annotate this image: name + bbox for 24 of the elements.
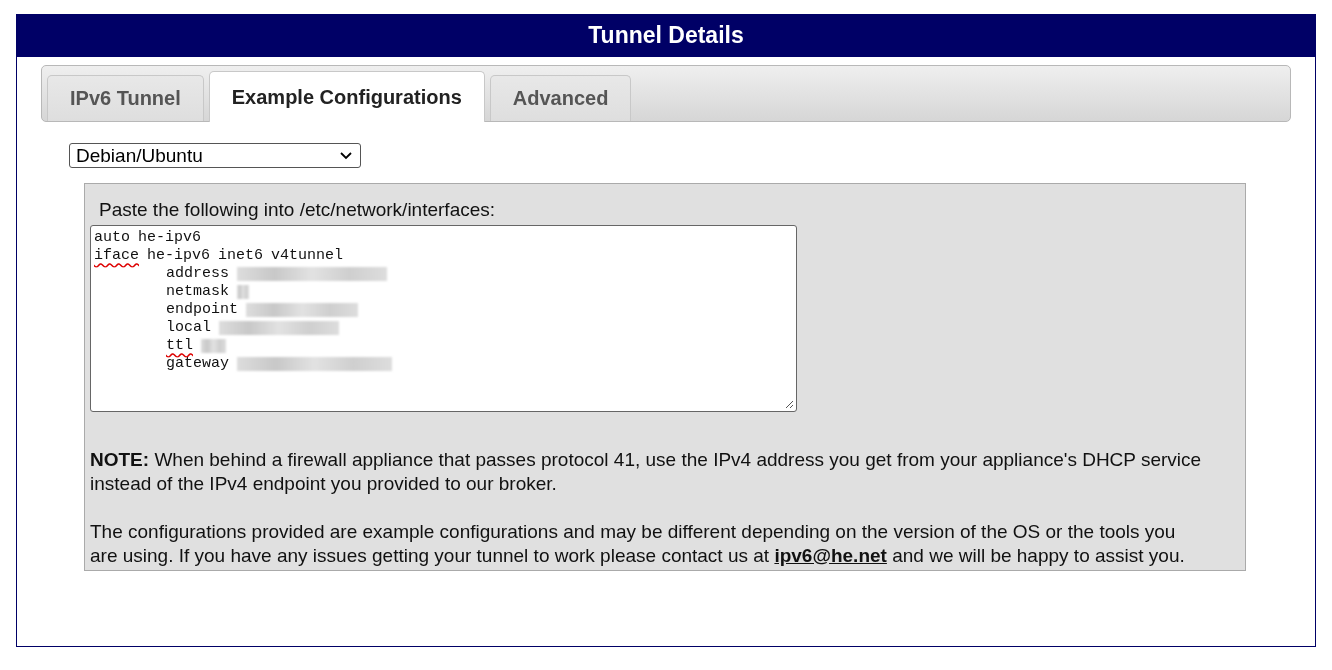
tab[interactable]: IPv6 Tunnel [47,75,204,121]
tab[interactable]: Example Configurations [208,71,485,122]
config-word: v4tunnel [271,247,344,265]
instruction-text: Paste the following into /etc/network/interfaces: [98,199,497,221]
tab[interactable]: Advanced [489,75,632,121]
os-dropdown[interactable]: Debian/Ubuntu [69,143,361,168]
config-word: he-ipv6 [138,229,202,247]
config-word: netmask [166,283,229,301]
config-word: he-ipv6 [147,247,211,265]
config-word: address [166,265,229,283]
config-word: local [166,319,211,337]
resize-grip-icon [784,399,794,409]
note-text: NOTE: When behind a firewall appliance that passes protocol 41, use the IPv4 address you get from your appliance's DHCP service instead of the IPv4 endpoint you provided to our broker. [90,448,1203,496]
config-textarea[interactable]: auto he-ipv6 iface he-ipv6 inet6 v4tunnel address netmask endpoint local ttl gateway [90,225,797,412]
config-word: gateway [166,355,229,373]
config-word: endpoint [166,301,238,319]
disclaimer-text: The configurations provided are example configurations and may be different depending on the version of the OS or the tools you are using. If you have any issues getting your tunnel to work please contact us at ipv6@he.net and we will be happy to assist you. [90,520,1186,568]
email-link[interactable]: ipv6@he.net [774,545,887,566]
config-word: inet6 [218,247,264,265]
chevron-down-icon [340,151,352,160]
config-word: iface [94,247,139,265]
config-word: auto [94,229,130,247]
config-word: ttl [166,337,193,355]
page-title: Tunnel Details [588,22,744,49]
